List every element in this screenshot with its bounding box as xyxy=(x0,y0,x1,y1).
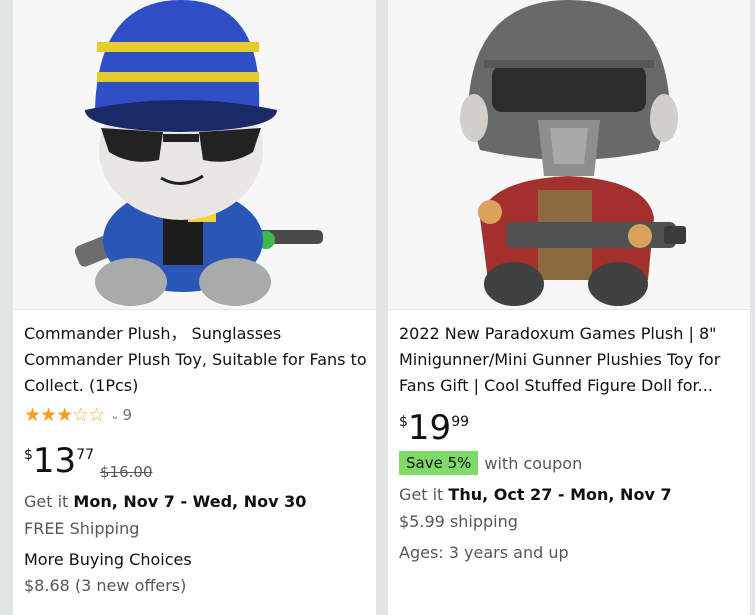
delivery-prefix: Get it xyxy=(24,492,74,511)
price-symbol: $ xyxy=(24,447,33,463)
star-full-icon: ★ xyxy=(56,404,73,426)
price-fraction: 99 xyxy=(451,414,470,430)
star-full-icon: ★ xyxy=(40,404,57,426)
price-symbol: $ xyxy=(399,414,408,430)
price[interactable]: $ 13 77 $16.00 xyxy=(24,443,153,481)
shipping-info: FREE Shipping xyxy=(24,519,140,538)
age-range: Ages: 3 years and up xyxy=(399,543,569,562)
coupon-badge[interactable]: Save 5% xyxy=(399,451,479,475)
price-whole: 19 xyxy=(407,408,452,448)
price[interactable]: $ 19 99 xyxy=(399,410,469,446)
more-buying-choices-label: More Buying Choices xyxy=(24,550,192,569)
product-image-commander[interactable] xyxy=(13,0,376,309)
price-fraction: 77 xyxy=(76,447,95,463)
delivery-dates: Thu, Oct 27 - Mon, Nov 7 xyxy=(448,485,672,504)
product-card-minigunner[interactable]: 2022 New Paradoxum Games Plush | 8" Mini… xyxy=(388,0,750,615)
product-title[interactable]: 2022 New Paradoxum Games Plush | 8" Mini… xyxy=(399,321,744,399)
rating-row[interactable]: ★★★☆☆ ⌄ 9 xyxy=(24,404,132,426)
star-empty-icon: ☆ xyxy=(88,404,105,426)
product-title[interactable]: Commander Plush， Sunglasses Commander Pl… xyxy=(24,321,369,399)
star-full-icon: ★ xyxy=(24,404,41,426)
delivery-info: Get it Mon, Nov 7 - Wed, Nov 30 xyxy=(24,491,306,513)
product-title-link[interactable]: Commander Plush， Sunglasses Commander Pl… xyxy=(24,324,367,395)
product-title-link[interactable]: 2022 New Paradoxum Games Plush | 8" Mini… xyxy=(399,324,720,395)
card-divider xyxy=(388,309,750,310)
star-rating[interactable]: ★★★☆☆ xyxy=(24,404,105,426)
chevron-down-icon[interactable]: ⌄ xyxy=(110,409,119,422)
rating-count[interactable]: 9 xyxy=(122,406,132,424)
delivery-info: Get it Thu, Oct 27 - Mon, Nov 7 xyxy=(399,484,672,506)
product-image-minigunner[interactable] xyxy=(388,0,750,309)
card-divider xyxy=(13,309,376,310)
delivery-prefix: Get it xyxy=(399,485,449,504)
coupon-row[interactable]: Save 5% with coupon xyxy=(399,451,582,475)
price-whole: 13 xyxy=(32,441,77,481)
product-card-commander[interactable]: Commander Plush， Sunglasses Commander Pl… xyxy=(13,0,376,615)
coupon-text: with coupon xyxy=(484,453,583,473)
minigunner-plush-image xyxy=(388,0,750,309)
list-price: $16.00 xyxy=(100,463,153,481)
more-choices-offers[interactable]: (3 new offers) xyxy=(70,576,186,595)
star-empty-icon: ☆ xyxy=(72,404,89,426)
more-choices-price[interactable]: $8.68 xyxy=(24,576,70,595)
delivery-dates: Mon, Nov 7 - Wed, Nov 30 xyxy=(73,492,307,511)
commander-plush-image xyxy=(13,0,376,309)
shipping-info: $5.99 shipping xyxy=(399,512,518,531)
more-buying-choices[interactable]: $8.68 (3 new offers) xyxy=(24,575,186,597)
